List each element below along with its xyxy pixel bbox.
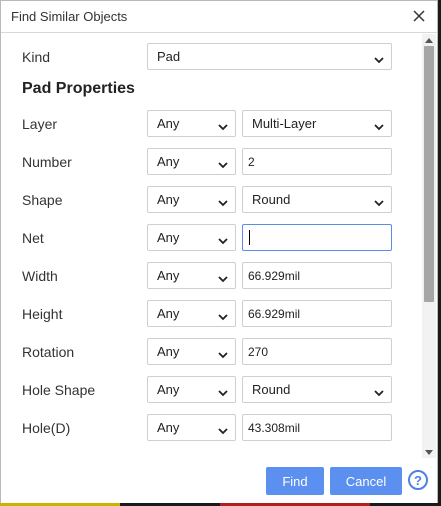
layer-row: Layer Any Multi-Layer [1,110,423,138]
number-value: 2 [248,155,255,169]
layer-label: Layer [22,116,58,132]
scrollbar[interactable] [422,34,436,458]
hole-d-value: 43.308mil [248,421,301,435]
shape-match-select[interactable]: Any [147,186,236,213]
find-button[interactable]: Find [266,467,324,495]
chevron-down-icon [218,309,228,324]
net-label: Net [22,230,44,246]
width-value-input[interactable]: 66.929mil [242,262,392,289]
kind-row: Kind Pad [1,43,423,71]
height-row: Height Any 66.929mil [1,300,423,328]
hole-d-row: Hole(D) Any 43.308mil [1,414,423,442]
number-value-input[interactable]: 2 [242,148,392,175]
hole-d-match-value: Any [157,420,180,435]
shape-value: Round [252,192,291,207]
rotation-value-input[interactable]: 270 [242,338,392,365]
text-caret [249,230,250,245]
net-value-input[interactable] [242,224,392,251]
number-row: Number Any 2 [1,148,423,176]
rotation-match-value: Any [157,344,180,359]
height-label: Height [22,306,63,322]
kind-select[interactable]: Pad [147,43,392,70]
number-match-select[interactable]: Any [147,148,236,175]
section-title: Pad Properties [22,80,135,97]
width-match-select[interactable]: Any [147,262,236,289]
find-similar-objects-dialog: Find Similar Objects Kind Pad Pad Proper… [0,0,438,503]
rotation-value: 270 [248,345,269,359]
hole-d-match-select[interactable]: Any [147,414,236,441]
help-icon[interactable]: ? [408,470,428,490]
height-value-input[interactable]: 66.929mil [242,300,392,327]
width-match-value: Any [157,268,180,283]
chevron-down-icon [374,195,384,210]
scroll-down-icon[interactable] [422,446,436,458]
chevron-down-icon [218,119,228,134]
chevron-down-icon [374,385,384,400]
chevron-down-icon [218,385,228,400]
net-match-select[interactable]: Any [147,224,236,251]
shape-match-value: Any [157,192,180,207]
layer-value-select[interactable]: Multi-Layer [242,110,392,137]
dialog-footer: Find Cancel ? [1,459,437,503]
height-match-select[interactable]: Any [147,300,236,327]
dialog-title: Find Similar Objects [11,9,128,24]
scroll-up-icon[interactable] [422,34,436,46]
hole-shape-row: Hole Shape Any Round [1,376,423,404]
number-match-value: Any [157,154,180,169]
height-value: 66.929mil [248,307,301,321]
shape-row: Shape Any Round [1,186,423,214]
hole-shape-match-value: Any [157,382,180,397]
chevron-down-icon [374,52,384,67]
title-bar: Find Similar Objects [1,1,437,33]
hole-shape-match-select[interactable]: Any [147,376,236,403]
chevron-down-icon [374,119,384,134]
layer-value: Multi-Layer [252,116,317,131]
layer-match-value: Any [157,116,180,131]
shape-value-select[interactable]: Round [242,186,392,213]
hole-d-value-input[interactable]: 43.308mil [242,414,392,441]
hole-shape-value: Round [252,382,291,397]
number-label: Number [22,154,72,170]
hole-d-label: Hole(D) [22,420,71,436]
hole-shape-value-select[interactable]: Round [242,376,392,403]
width-row: Width Any 66.929mil [1,262,423,290]
hole-shape-label: Hole Shape [22,382,96,398]
width-label: Width [22,268,58,284]
rotation-label: Rotation [22,344,75,360]
rotation-row: Rotation Any 270 [1,338,423,366]
width-value: 66.929mil [248,269,301,283]
scroll-thumb[interactable] [424,46,434,302]
shape-label: Shape [22,192,63,208]
chevron-down-icon [218,157,228,172]
net-row: Net Any [1,224,423,252]
chevron-down-icon [218,347,228,362]
rotation-match-select[interactable]: Any [147,338,236,365]
layer-match-select[interactable]: Any [147,110,236,137]
chevron-down-icon [218,195,228,210]
kind-label: Kind [22,49,51,65]
chevron-down-icon [218,233,228,248]
chevron-down-icon [218,423,228,438]
chevron-down-icon [218,271,228,286]
cancel-button[interactable]: Cancel [330,467,402,495]
properties-panel: Kind Pad Pad Properties Layer Any Multi-… [1,34,423,456]
height-match-value: Any [157,306,180,321]
close-icon[interactable] [409,6,429,26]
net-match-value: Any [157,230,180,245]
kind-value: Pad [157,49,181,64]
